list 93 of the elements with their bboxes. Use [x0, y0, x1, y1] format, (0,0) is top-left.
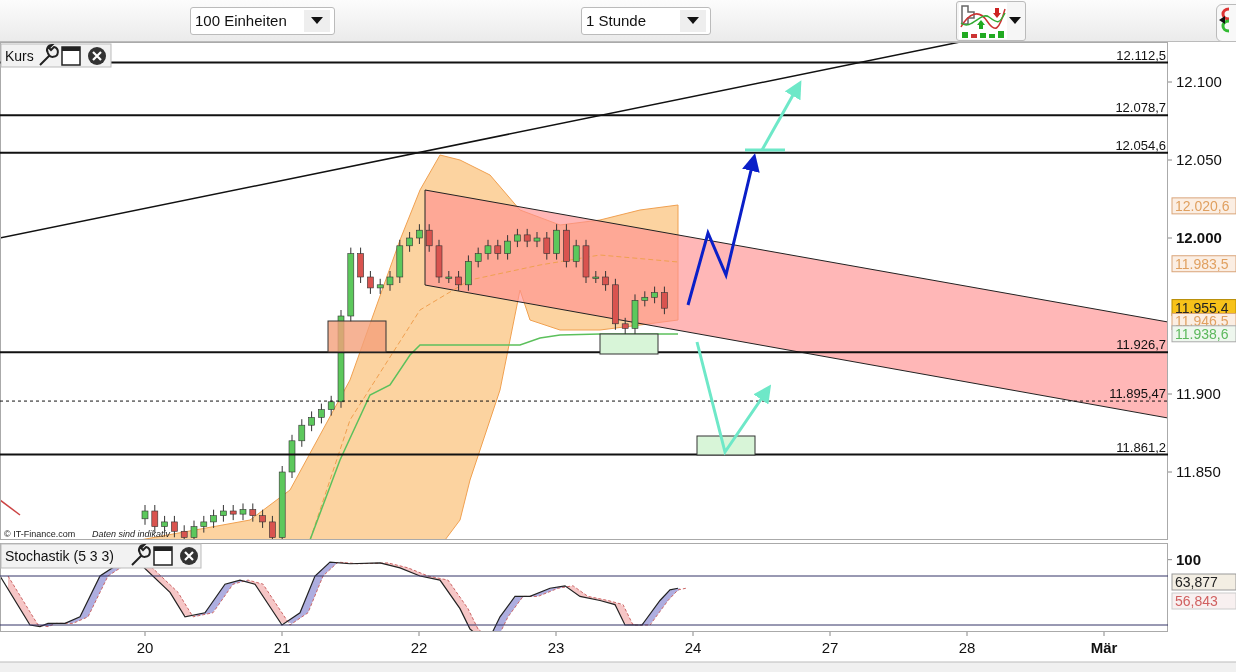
indicator-chart-icon — [959, 2, 1007, 39]
candle — [239, 502, 247, 521]
caret-icon — [687, 17, 699, 24]
candle — [327, 395, 335, 417]
candle — [494, 239, 502, 261]
close-icon[interactable] — [88, 47, 106, 65]
candle — [171, 515, 178, 538]
level-label: 11.861,2 — [1116, 439, 1166, 455]
level-label: 11.895,47 — [1109, 386, 1166, 402]
candle — [533, 231, 541, 248]
window-icon[interactable] — [61, 46, 81, 66]
indicator-button[interactable] — [956, 0, 1026, 41]
level-label: 11.926,7 — [1116, 337, 1166, 353]
candle — [661, 286, 668, 315]
candle — [445, 270, 453, 284]
candle — [210, 509, 217, 529]
candle — [641, 290, 649, 307]
axis-label: 28 — [958, 639, 976, 656]
candle — [592, 270, 600, 284]
window-icon[interactable] — [153, 546, 173, 566]
candle — [229, 504, 237, 521]
candle — [563, 223, 570, 268]
value-badge: 56,843 — [1171, 592, 1236, 610]
candle — [514, 228, 521, 248]
axis-label: 21 — [273, 639, 291, 656]
highlight-box — [696, 435, 756, 456]
candle — [288, 434, 296, 479]
caret-icon — [1009, 17, 1021, 24]
candle — [651, 286, 658, 304]
indicator-line — [1, 499, 21, 516]
candle — [484, 239, 492, 261]
panel-title: Stochastik (5 3 3) — [5, 548, 114, 564]
candle — [602, 270, 609, 292]
axis-label: 11.850 — [1176, 463, 1221, 480]
level-label: 12.054,6 — [1115, 137, 1166, 153]
candle — [406, 231, 413, 253]
axis-label: 20 — [136, 639, 154, 656]
candle — [308, 410, 315, 432]
candle — [612, 278, 619, 331]
axis-label: 27 — [821, 639, 839, 656]
candle — [572, 239, 580, 268]
candle — [504, 234, 511, 261]
candle — [435, 239, 443, 284]
candle — [259, 509, 266, 529]
credit-text: © IT-Finance.com — [4, 529, 76, 539]
candle — [269, 515, 276, 539]
axis-label: Mär — [1090, 639, 1118, 656]
candle — [631, 293, 639, 335]
axis-label: 23 — [547, 639, 565, 656]
candle — [180, 524, 188, 539]
disclaimer-text: Daten sind indikativ — [92, 529, 171, 539]
caret-icon — [311, 17, 323, 24]
value-badge: 63,877 — [1171, 573, 1236, 591]
candle — [523, 228, 531, 248]
interval-dropdown[interactable]: 1 Stunde — [581, 6, 711, 35]
close-icon[interactable] — [180, 547, 198, 565]
candle — [141, 504, 149, 526]
candle — [220, 504, 227, 523]
axis-label: 22 — [410, 639, 428, 656]
candle — [543, 231, 551, 261]
candle — [621, 317, 629, 335]
candle — [474, 247, 482, 268]
candle — [386, 270, 394, 292]
candle — [249, 502, 257, 523]
candle — [396, 239, 404, 284]
axis-label: 12.000 — [1176, 229, 1222, 246]
candle — [582, 239, 590, 284]
candle — [298, 418, 306, 448]
candle — [318, 403, 325, 424]
axis-label: 12.050 — [1176, 151, 1222, 168]
candle — [465, 254, 472, 292]
value-badge: 12.020,6 — [1171, 197, 1236, 215]
axis-label: 11.900 — [1176, 385, 1221, 402]
candle — [200, 515, 208, 534]
candle — [553, 223, 560, 261]
candle — [425, 223, 433, 253]
value-badge: 11.938,6 — [1171, 325, 1236, 343]
candle — [367, 270, 374, 295]
highlight-box — [599, 333, 659, 355]
highlight-box — [327, 320, 387, 353]
axis-label: 100 — [1176, 550, 1202, 568]
candle — [190, 520, 198, 539]
candle — [376, 278, 384, 295]
level-label: 12.112,5 — [1116, 47, 1166, 63]
axis-label: 12.100 — [1176, 73, 1222, 90]
candle — [357, 247, 364, 284]
value-badge: 11.983,5 — [1171, 255, 1236, 273]
units-dropdown[interactable]: 100 Einheiten — [190, 6, 335, 35]
candle — [455, 270, 462, 292]
panel-title: Kurs — [5, 48, 34, 64]
level-label: 12.078,7 — [1115, 100, 1166, 116]
axis-label: 24 — [684, 639, 702, 656]
candle — [416, 223, 423, 245]
